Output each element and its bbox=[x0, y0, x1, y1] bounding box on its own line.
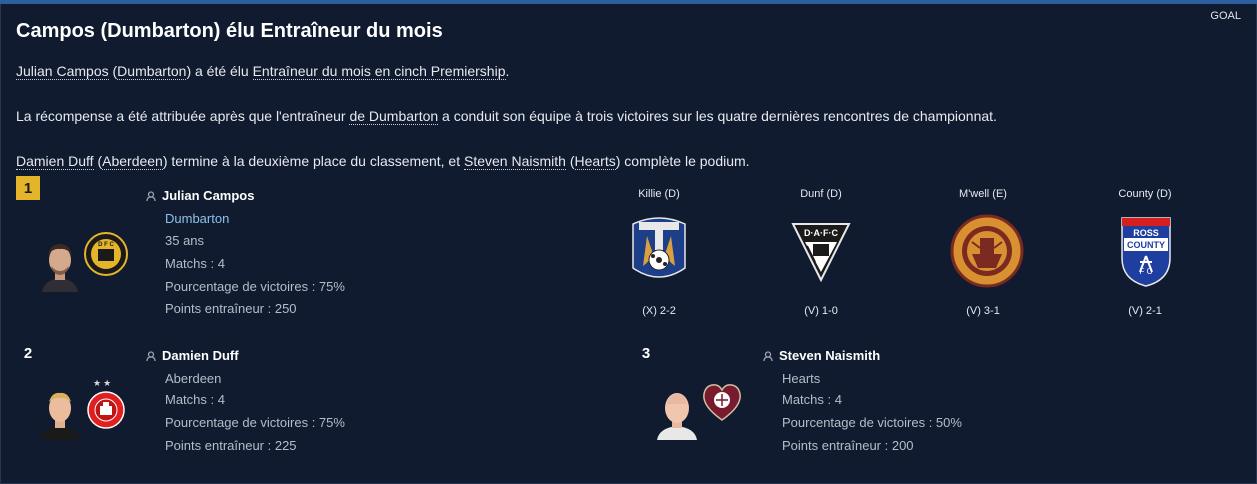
text-fragment: . bbox=[505, 63, 510, 79]
club-link-dumbarton-2[interactable]: de Dumbarton bbox=[349, 108, 439, 125]
ross-county-crest-icon[interactable]: ROSS COUNTY F C bbox=[1116, 214, 1176, 288]
match-result: (V) 1-0 bbox=[804, 305, 838, 317]
news-headline: Campos (Dumbarton) élu Entraîneur du moi… bbox=[16, 20, 443, 42]
manager-name-3[interactable]: Steven Naismith bbox=[779, 348, 880, 363]
manager-matches-1: Matchs : 4 bbox=[165, 256, 225, 271]
dumbarton-crest-icon[interactable]: D F C bbox=[84, 232, 128, 276]
manager-name-2[interactable]: Damien Duff bbox=[162, 348, 239, 363]
news-paragraph-2: La récompense a été attribuée après que … bbox=[16, 108, 997, 125]
person-icon bbox=[763, 351, 773, 361]
rank-badge-1: 1 bbox=[16, 176, 40, 200]
kilmarnock-crest-icon[interactable] bbox=[629, 214, 689, 288]
news-paragraph-1: Julian Campos (Dumbarton) a été élu Entr… bbox=[16, 63, 510, 80]
text-fragment: a conduit son équipe à trois victoires s… bbox=[438, 108, 997, 124]
text-fragment: ) a été élu bbox=[186, 63, 253, 79]
manager-points-3: Points entraîneur : 200 bbox=[782, 438, 914, 453]
opponent-label: County (D) bbox=[1118, 188, 1172, 200]
fc-crest-text: F C bbox=[1140, 267, 1153, 276]
manager-name-1[interactable]: Julian Campos bbox=[162, 188, 254, 203]
dunfermline-crest-text: D·A·F·C bbox=[804, 228, 838, 238]
manager-photo-campos[interactable] bbox=[38, 236, 82, 292]
club-link-aberdeen[interactable]: Aberdeen bbox=[102, 153, 163, 170]
text-fragment: ( bbox=[565, 153, 575, 169]
person-icon bbox=[146, 351, 156, 361]
manager-link-campos[interactable]: Julian Campos bbox=[16, 63, 109, 80]
text-fragment: ) termine à la deuxième place du classem… bbox=[162, 153, 464, 169]
match-result: (V) 2-1 bbox=[1128, 305, 1162, 317]
manager-link-duff[interactable]: Damien Duff bbox=[16, 153, 94, 170]
match-result: (V) 3-1 bbox=[966, 305, 1000, 317]
manager-link-naismith[interactable]: Steven Naismith bbox=[464, 153, 566, 170]
opponent-label: Dunf (D) bbox=[800, 188, 842, 200]
rank-badge-3: 3 bbox=[641, 344, 651, 362]
manager-winpct-1: Pourcentage de victoires : 75% bbox=[165, 279, 345, 294]
manager-club-1[interactable]: Dumbarton bbox=[165, 211, 229, 226]
hearts-crest-icon[interactable] bbox=[700, 380, 744, 424]
manager-points-1: Points entraîneur : 250 bbox=[165, 301, 297, 316]
manager-winpct-3: Pourcentage de victoires : 50% bbox=[782, 415, 962, 430]
news-paragraph-3: Damien Duff (Aberdeen) termine à la deux… bbox=[16, 153, 750, 170]
club-link-hearts[interactable]: Hearts bbox=[574, 153, 616, 170]
opponent-label: M'well (E) bbox=[959, 188, 1007, 200]
top-accent-bar bbox=[0, 0, 1257, 4]
dunfermline-crest-icon[interactable]: D·A·F·C bbox=[791, 214, 851, 288]
manager-matches-3: Matchs : 4 bbox=[782, 392, 842, 407]
match-result: (X) 2-2 bbox=[642, 305, 676, 317]
ross-crest-text: ROSS bbox=[1133, 228, 1159, 238]
text-fragment: La récompense a été attribuée après que … bbox=[16, 108, 350, 124]
county-crest-text: COUNTY bbox=[1127, 240, 1165, 250]
person-icon bbox=[146, 191, 156, 201]
motherwell-crest-icon[interactable] bbox=[950, 214, 1024, 288]
dumbarton-crest-text: D F C bbox=[98, 242, 114, 248]
manager-club-2[interactable]: Aberdeen bbox=[165, 371, 221, 386]
text-fragment: ( bbox=[93, 153, 103, 169]
rating-stars-icon: ★★ bbox=[93, 378, 114, 388]
award-link[interactable]: Entraîneur du mois en cinch Premiership bbox=[252, 63, 506, 80]
manager-matches-2: Matchs : 4 bbox=[165, 392, 225, 407]
manager-points-2: Points entraîneur : 225 bbox=[165, 438, 297, 453]
manager-club-3[interactable]: Hearts bbox=[782, 371, 820, 386]
manager-photo-duff[interactable] bbox=[38, 384, 82, 440]
opponent-label: Killie (D) bbox=[638, 188, 680, 200]
club-link-dumbarton[interactable]: Dumbarton bbox=[117, 63, 187, 80]
manager-age-1: 35 ans bbox=[165, 233, 205, 248]
manager-photo-naismith[interactable] bbox=[655, 384, 699, 440]
aberdeen-crest-icon[interactable] bbox=[84, 388, 128, 432]
text-fragment: ) complète le podium. bbox=[615, 153, 750, 169]
rank-badge-2: 2 bbox=[23, 344, 33, 362]
news-source-label: GOAL bbox=[1210, 10, 1241, 22]
manager-winpct-2: Pourcentage de victoires : 75% bbox=[165, 415, 345, 430]
text-fragment: ( bbox=[108, 63, 118, 79]
